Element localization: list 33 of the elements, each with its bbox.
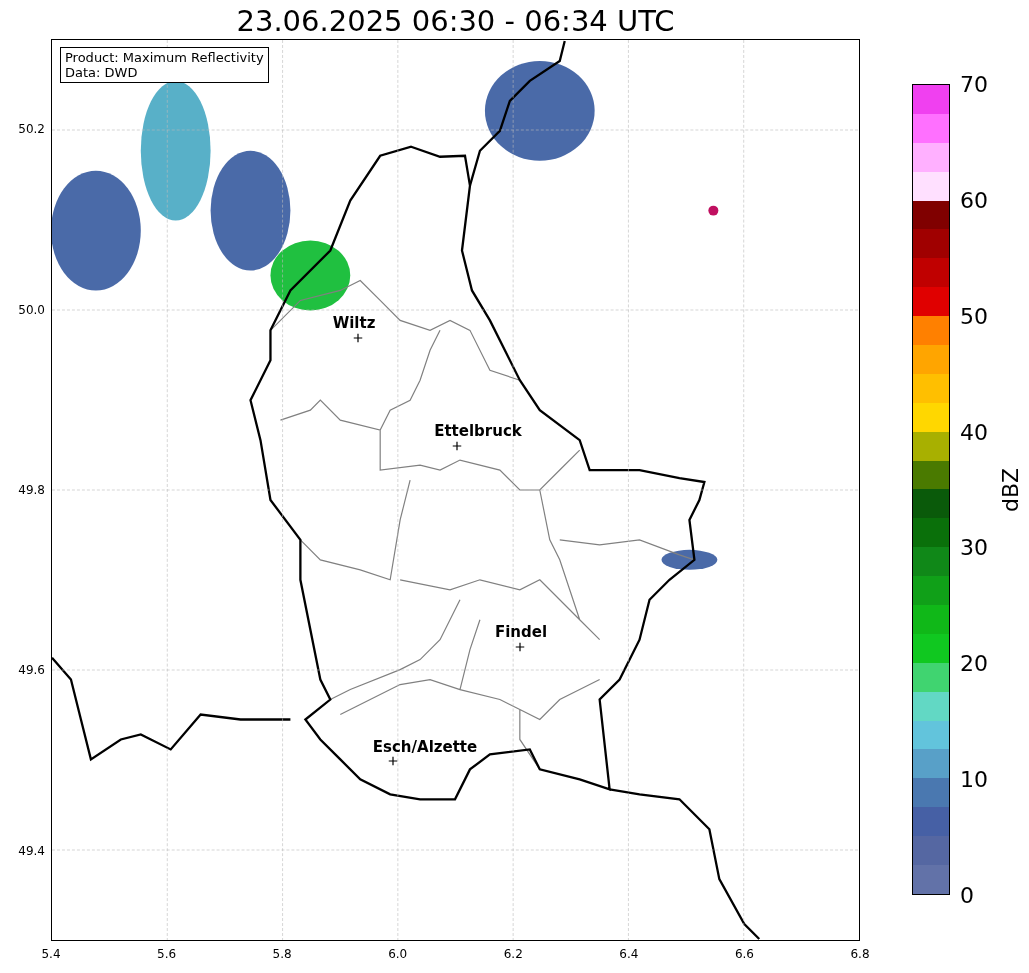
colorbar-tick-label: 40: [960, 419, 988, 445]
axis-tick-label: 6.2: [503, 947, 523, 961]
city-label: Wiltz: [332, 314, 376, 332]
axis-tick-label: 6.8: [850, 947, 870, 961]
info-text: Data: DWD: [65, 65, 139, 80]
axis-tick-label: 49.6: [18, 663, 45, 678]
axis-tick-label: 6.0: [388, 947, 408, 961]
colorbar-tick-label: 10: [960, 766, 988, 792]
axis-tick-label: 50.0: [18, 302, 45, 317]
city-marker-icon: [353, 333, 363, 343]
axis-tick-label: 5.4: [41, 947, 61, 961]
colorbar-tick-label: 30: [960, 534, 988, 560]
axis-tick-label: 50.2: [18, 122, 45, 137]
axis-tick-label: 6.6: [734, 947, 754, 961]
city-marker-icon: [452, 441, 462, 451]
axis-tick-label: 5.6: [157, 947, 177, 961]
colorbar-tick-label: 20: [960, 650, 988, 676]
axis-tick-label: 5.8: [272, 947, 292, 961]
city-label: Findel: [494, 623, 548, 641]
city-marker-icon: [515, 642, 525, 652]
axis-tick-label: 49.4: [18, 843, 45, 858]
colorbar-tick-label: 70: [960, 71, 988, 97]
city-label: Ettelbruck: [434, 422, 522, 440]
city-marker-icon: [388, 756, 398, 766]
chart-title: 23.06.2025 06:30 - 06:34 UTC: [236, 4, 675, 38]
axis-tick-label: 49.8: [18, 483, 45, 497]
colorbar-tick-label: 50: [960, 303, 988, 329]
axis-tick-label: 6.4: [619, 947, 639, 961]
colorbar-label: dBZ: [997, 467, 1023, 512]
info-text: Product: Maximum Reflectivity: [65, 50, 264, 65]
colorbar-tick-label: 0: [960, 882, 974, 908]
city-label: Esch/Alzette: [372, 738, 478, 756]
colorbar-tick-label: 60: [960, 187, 988, 213]
